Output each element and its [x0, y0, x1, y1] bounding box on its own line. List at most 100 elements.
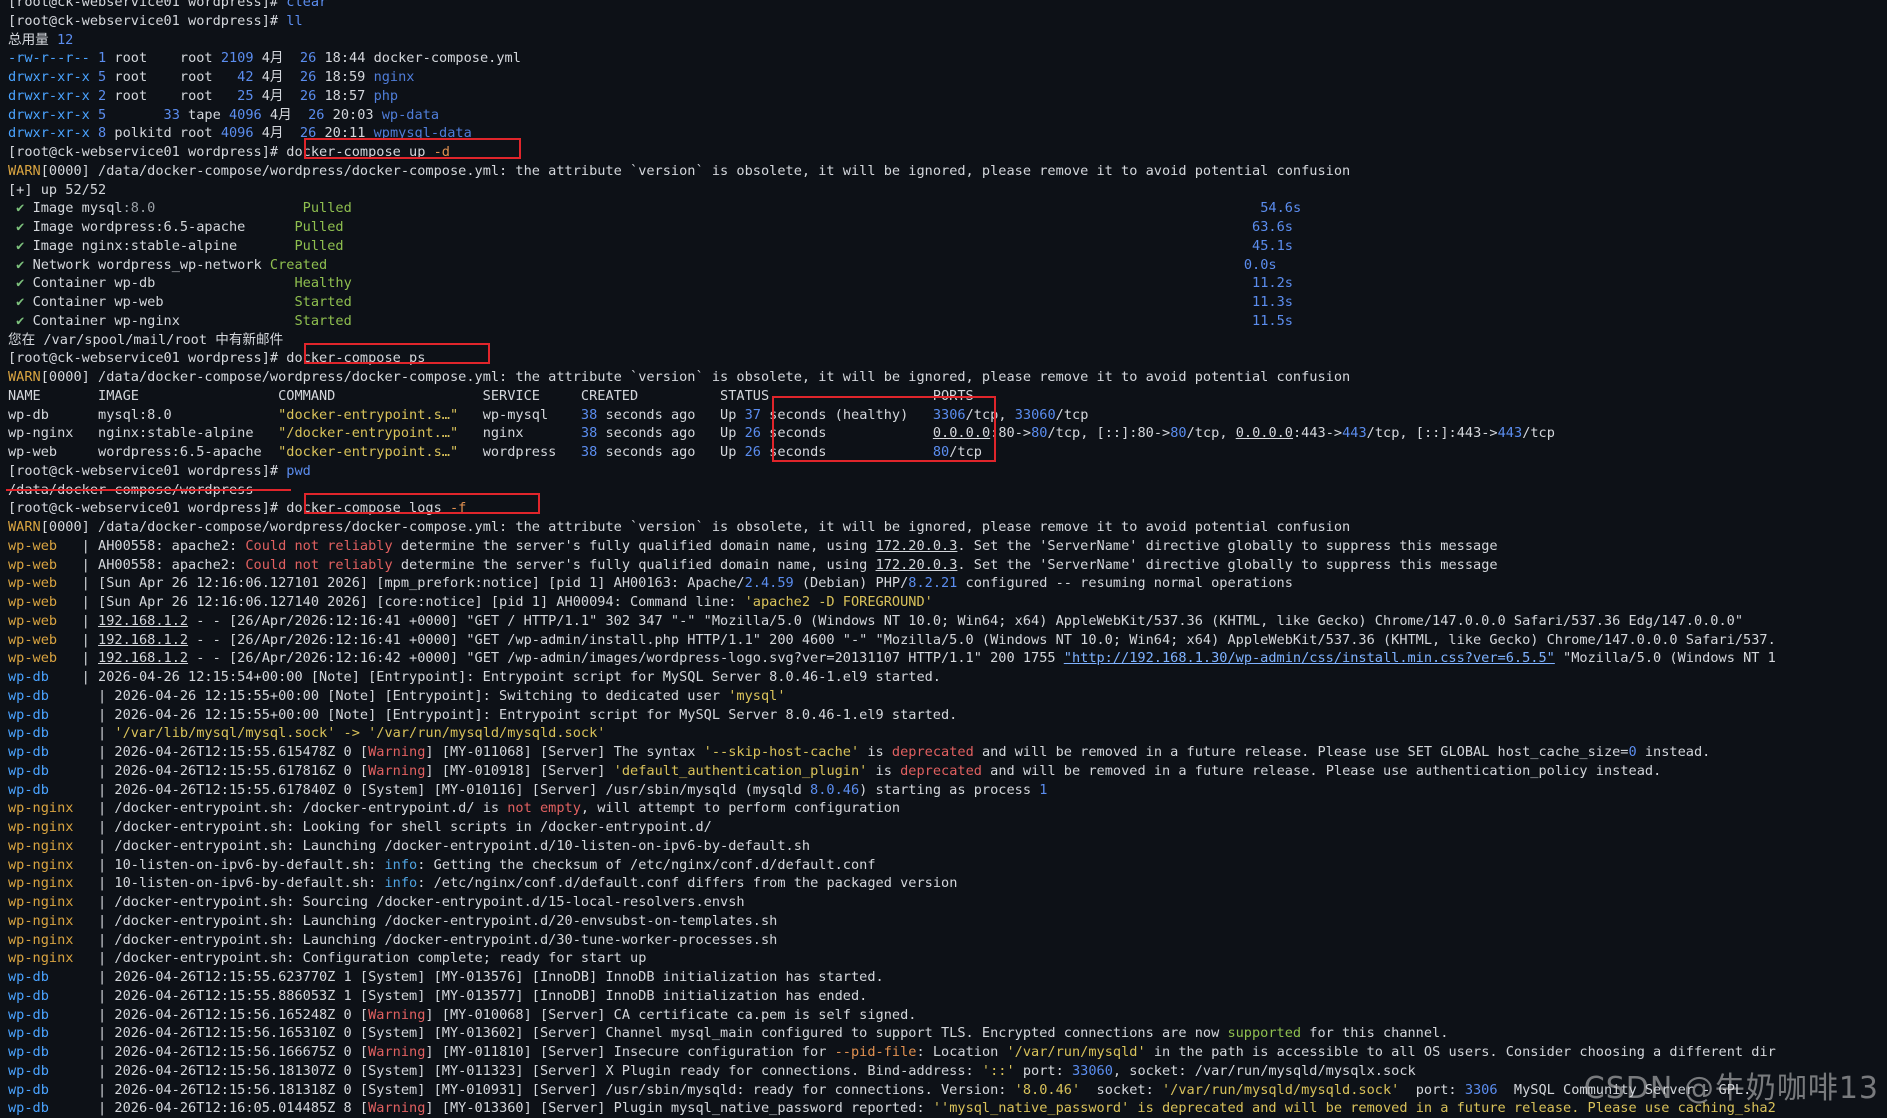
terminal-text: Started: [294, 312, 352, 329]
terminal-output[interactable]: [root@ck-webservice01 wordpress]# clear[…: [8, 0, 1887, 1118]
terminal-line: wp-web | 192.168.1.2 - - [26/Apr/2026:12…: [8, 631, 1887, 650]
terminal-text: Image wordpress:6.5-apache: [32, 219, 246, 235]
terminal-text: | /docker-entrypoint.sh: Launching /dock…: [73, 931, 778, 948]
terminal-text: [+] up 52/52: [8, 181, 107, 198]
terminal-line: drwxr-xr-x 5 root root 42 4月 26 18:59 ng…: [8, 68, 1887, 87]
terminal-text: 8.2.21: [908, 575, 958, 592]
terminal-text: 4月: [261, 106, 309, 123]
terminal-text: | 2026-04-26T12:15:55.886053Z 1 [System]…: [48, 987, 868, 1004]
terminal-text: 443: [1342, 425, 1367, 442]
terminal-text: ) starting as process: [859, 781, 1040, 798]
terminal-text: 2.4.59: [744, 575, 794, 592]
terminal-text: | 2026-04-26T12:15:56.181318Z 0 [System]…: [48, 1081, 1015, 1098]
terminal-text: 4096: [220, 125, 254, 142]
terminal-text: 11.5s: [1252, 312, 1293, 329]
terminal-text: Container wp-db: [32, 275, 156, 292]
terminal-text: "http://192.168.1.30/wp-admin/css/instal…: [1063, 650, 1555, 667]
terminal-text: Pulled: [294, 237, 344, 254]
terminal-text: 26: [299, 125, 317, 142]
terminal-text: 4096: [228, 106, 262, 123]
terminal-line: [root@ck-webservice01 wordpress]# clear: [8, 0, 1887, 12]
terminal-text: | 2026-04-26T12:15:55.617840Z 0 [System]…: [48, 781, 811, 798]
terminal-text: Container wp-web: [32, 294, 164, 310]
terminal-text: wp-db: [8, 744, 49, 760]
terminal-text: wp-nginx nginx:stable-alpine: [8, 425, 279, 442]
terminal-text: Could not reliably: [245, 556, 393, 573]
terminal-line: 总用量 12: [8, 31, 1887, 50]
terminal-text: drwxr-xr-x: [8, 106, 99, 123]
terminal-text: wp-db: [8, 987, 49, 1004]
terminal-text: 0.0.0.0: [1235, 425, 1293, 442]
terminal-text: wp-mysql: [458, 406, 581, 423]
terminal-text: wp-nginx: [8, 950, 74, 967]
terminal-text: [root@ck-webservice01 wordpress]#: [8, 350, 287, 367]
terminal-text: , socket: /var/run/mysqld/mysqlx.sock: [1112, 1062, 1416, 1079]
terminal-text: Warning: [368, 1100, 426, 1117]
terminal-line: wp-nginx | 10-listen-on-ipv6-by-default.…: [8, 874, 1887, 893]
terminal-text: | /docker-entrypoint.sh: Looking for she…: [73, 819, 712, 835]
terminal-text: '8.0.46': [1014, 1081, 1081, 1098]
terminal-text: | 2026-04-26T12:15:56.166675Z 0 [: [48, 1044, 369, 1060]
terminal-text: 2109: [220, 50, 254, 67]
terminal-text: Created: [269, 256, 328, 273]
terminal-text: seconds ago Up: [597, 444, 745, 460]
terminal-text: drwxr-xr-x: [8, 125, 99, 142]
terminal-text: ✔: [8, 200, 33, 217]
terminal-text: /tcp: [1055, 406, 1089, 423]
terminal-text: 38: [580, 444, 598, 460]
terminal-text: wp-db: [8, 781, 49, 798]
terminal-text: WARN: [8, 519, 41, 535]
terminal-text: wp-nginx: [8, 819, 74, 835]
terminal-text: seconds ago Up: [597, 406, 745, 423]
terminal-text: docker-compose up: [286, 144, 434, 160]
terminal-line: wp-nginx | /docker-entrypoint.sh: Launch…: [8, 837, 1887, 856]
terminal-text: 38: [580, 406, 598, 423]
terminal-text: deprecated: [891, 744, 974, 760]
terminal-text: /tcp,: [1186, 425, 1236, 442]
watermark-text: CSDN @牛奶咖啡13: [1583, 1071, 1879, 1106]
terminal-text: nginx: [458, 425, 581, 442]
terminal-text: 63.6s: [1252, 219, 1293, 235]
terminal-text: info: [384, 856, 418, 873]
terminal-text: 您在 /var/spool/mail/root 中有新邮件: [8, 331, 284, 348]
terminal-text: | 2026-04-26T12:15:56.181307Z 0 [System]…: [48, 1062, 982, 1079]
terminal-text: wp-nginx: [8, 837, 74, 854]
terminal-line: WARN[0000] /data/docker-compose/wordpres…: [8, 518, 1887, 537]
terminal-text: wp-web: [8, 650, 58, 667]
terminal-text: wp-db: [8, 725, 49, 742]
terminal-text: wp-nginx: [8, 875, 74, 892]
terminal-text: 1: [98, 50, 115, 67]
terminal-text: | AH00558: apache2:: [57, 537, 246, 554]
terminal-text: 80: [1031, 425, 1048, 442]
terminal-text: [0000] /data/docker-compose/wordpress/do…: [40, 369, 1351, 385]
terminal-text: [root@ck-webservice01 wordpress]#: [8, 462, 287, 479]
terminal-text: '/var/run/mysqld': [1006, 1044, 1146, 1060]
terminal-text: NAME IMAGE COMMAND SERVICE CREATED STATU…: [8, 387, 974, 404]
terminal-text: wp-web: [8, 594, 58, 610]
terminal-text: | /docker-entrypoint.sh: /docker-entrypo…: [73, 800, 508, 817]
terminal-line: ✔ Container wp-nginx Started 11.5s: [8, 312, 1887, 331]
terminal-text: 0.0.0.0: [932, 425, 991, 442]
terminal-text: 4月: [253, 50, 300, 67]
terminal-text: 26: [744, 444, 761, 460]
terminal-text: [root@ck-webservice01 wordpress]#: [8, 12, 287, 29]
terminal-text: Image nginx:stable-alpine: [32, 237, 238, 254]
terminal-text: wp-db: [8, 706, 49, 723]
terminal-text: php: [373, 87, 399, 104]
terminal-text: 1: [1039, 781, 1048, 798]
terminal-text: | 2026-04-26T12:15:56.165248Z 0 [: [48, 1006, 369, 1023]
terminal-line: wp-web | AH00558: apache2: Could not rel…: [8, 556, 1887, 575]
terminal-text: 5 33: [98, 106, 180, 123]
terminal-text: [root@ck-webservice01 wordpress]#: [8, 0, 287, 10]
terminal-line: wp-nginx | /docker-entrypoint.sh: Launch…: [8, 912, 1887, 931]
terminal-text: | /docker-entrypoint.sh: Sourcing /docke…: [73, 894, 745, 910]
terminal-text: | 2026-04-26T12:15:55.617816Z 0 [: [48, 762, 369, 779]
terminal-text: in the path is accessible to all OS user…: [1145, 1044, 1776, 1060]
terminal-text: /tcp: [949, 444, 982, 460]
terminal-text: port:: [1399, 1081, 1465, 1098]
terminal-text: - - [26/Apr/2026:12:16:41 +0000] "GET /w…: [188, 631, 1776, 648]
